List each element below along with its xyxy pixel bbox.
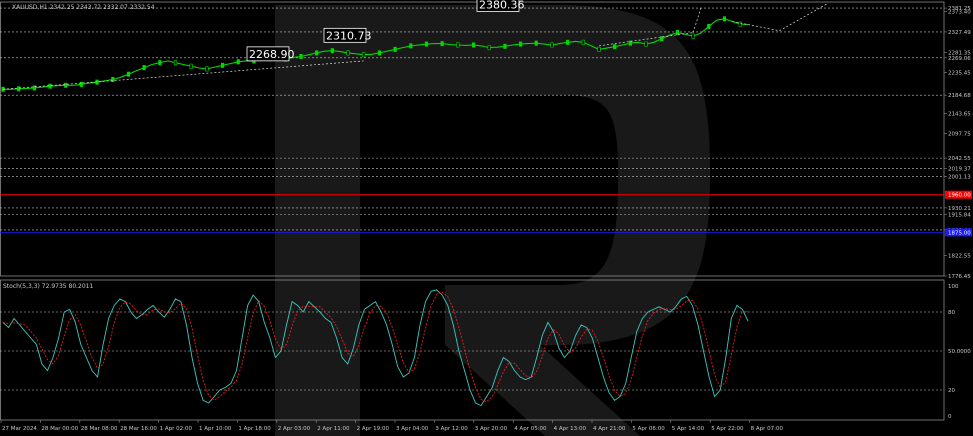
time-tick-label: 2 Apr 19:00: [357, 426, 390, 432]
stoch-tick-label: 100: [948, 284, 959, 290]
price-tick-label: 1822.55: [948, 254, 971, 260]
forecast-line: [692, 7, 702, 33]
price-candle: [628, 40, 632, 46]
time-axis: 27 Mar 2024 28 Mar 00:00 28 Mar 08:00 28 Ma…: [0, 420, 784, 432]
price-tick-label: 2143.65: [948, 111, 971, 117]
time-tick-label: 2 Apr 11:00: [317, 426, 350, 432]
time-tick-label: 1 Apr 18:00: [238, 426, 271, 432]
time-tick-label: 27 Mar 2024: [2, 426, 37, 432]
price-tick-label: 2019.37: [948, 166, 971, 172]
price-candle: [111, 77, 115, 83]
stoch-tick-label: 50.0000: [948, 349, 971, 355]
price-candle: [471, 42, 476, 48]
time-tick-label: 8 Apr 07:00: [751, 426, 784, 432]
price-candle: [503, 43, 507, 49]
price-candle: [613, 44, 617, 50]
price-marker-label: 1875.00: [948, 230, 971, 236]
price-candle: [738, 21, 742, 27]
price-candle: [205, 66, 209, 72]
price-candle: [409, 43, 413, 49]
time-tick-label: 5 Apr 22:00: [711, 426, 744, 432]
time-tick-label: 4 Apr 05:00: [514, 426, 547, 432]
time-tick-label: 4 Apr 13:00: [554, 426, 587, 432]
stoch-tick-label: 20: [948, 388, 955, 394]
price-tick-label: 2235.45: [948, 71, 971, 77]
price-candle: [362, 52, 366, 58]
price-candle: [440, 41, 444, 47]
stoch-tick-label: 0: [948, 414, 952, 420]
price-candle: [299, 53, 303, 59]
watermark-logo: [275, 5, 710, 436]
price-candle: [534, 40, 538, 46]
price-candle: [722, 16, 727, 22]
price-candle: [691, 33, 695, 39]
time-tick-label: 28 Mar 00:00: [41, 426, 78, 432]
price-candle: [644, 41, 648, 47]
price-candle: [173, 60, 178, 66]
time-tick-label: 2 Apr 03:00: [278, 426, 311, 432]
time-tick-label: 1 Apr 10:00: [199, 426, 232, 432]
price-candle: [518, 41, 523, 47]
price-candle: [660, 36, 664, 42]
price-candle: [377, 50, 382, 56]
price-tick-label: 2269.06: [948, 56, 971, 62]
price-marker-label: 1960.00: [948, 193, 971, 199]
time-tick-label: 3 Apr 12:00: [435, 426, 468, 432]
price-panel-header: XAUUSD,H1 2342.25 2343.72 2332.07 2332.5…: [12, 4, 155, 11]
stoch-panel-header: Stoch(5,3,3) 72.9735 80.2011: [3, 283, 94, 290]
price-candle: [158, 60, 162, 66]
price-candle: [220, 62, 225, 68]
price-candle: [597, 46, 601, 52]
price-tick-label: 2184.68: [948, 93, 971, 99]
chart-canvas: 2381.252373.402327.492281.352269.062235.…: [0, 0, 972, 436]
price-candle: [456, 42, 460, 48]
price-candle: [566, 39, 570, 45]
forecast-line: [779, 3, 827, 32]
price-tick-label: 2001.13: [948, 174, 971, 180]
price-candle: [675, 30, 680, 36]
price-tick-label: 2373.40: [948, 10, 971, 16]
price-candle: [64, 82, 68, 88]
time-tick-label: 28 Mar 08:00: [81, 426, 118, 432]
price-candle: [142, 65, 146, 71]
price-tick-label: 1776.45: [948, 274, 971, 280]
price-candle: [48, 83, 52, 89]
price-candle: [550, 42, 554, 48]
price-tick-label: 2327.49: [948, 30, 971, 36]
price-candle: [424, 41, 429, 47]
time-tick-label: 1 Apr 02:00: [160, 426, 193, 432]
price-annotation-label: 2310.73: [326, 29, 372, 42]
price-candle: [581, 39, 585, 45]
time-tick-label: 28 Mar 16:00: [120, 426, 157, 432]
time-tick-label: 3 Apr 20:00: [475, 426, 508, 432]
price-candle: [346, 50, 350, 56]
price-candle: [393, 46, 397, 52]
price-candle: [707, 23, 711, 29]
time-tick-label: 3 Apr 04:00: [396, 426, 429, 432]
price-tick-label: 2097.75: [948, 132, 971, 138]
price-annotation-label: 2268.90: [249, 48, 295, 61]
price-tick-label: 1915.84: [948, 212, 971, 218]
price-annotation-label: 2380.36: [479, 0, 525, 11]
price-candle: [189, 63, 193, 69]
time-tick-label: 5 Apr 06:00: [632, 426, 665, 432]
price-candle: [236, 59, 240, 65]
price-candle: [17, 86, 21, 92]
stoch-tick-label: 80: [948, 310, 955, 316]
price-tick-label: 1930.21: [948, 206, 971, 212]
price-tick-label: 2042.55: [948, 156, 971, 162]
time-tick-label: 4 Apr 21:00: [593, 426, 626, 432]
price-candle: [315, 50, 319, 56]
price-candle: [487, 45, 491, 51]
price-candle: [330, 48, 334, 54]
time-tick-label: 5 Apr 14:00: [672, 426, 705, 432]
price-candle: [126, 71, 131, 77]
